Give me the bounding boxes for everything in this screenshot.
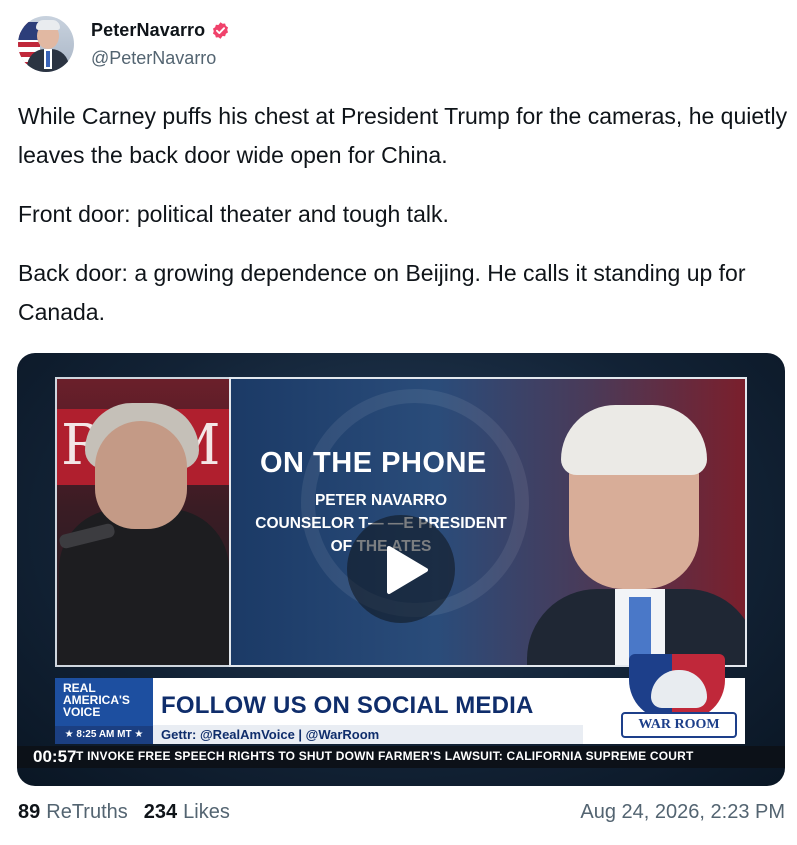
- video-left-panel: RM: [55, 377, 231, 667]
- post-paragraph: Back door: a growing dependence on Beiji…: [18, 260, 746, 325]
- video-duration: 00:57: [33, 747, 77, 766]
- news-ticker: 'T INVOKE FREE SPEECH RIGHTS TO SHUT DOW…: [17, 746, 785, 768]
- retruths-label: ReTruths: [46, 801, 128, 823]
- video-main-panel: ON THE PHONE PETER NAVARRO COUNSELOR T— …: [229, 377, 747, 667]
- channel-logo: REAL AMERICA'S VOICE: [55, 678, 153, 726]
- overlay-title: ON THE PHONE: [260, 447, 487, 479]
- handle[interactable]: @PeterNavarro: [91, 48, 230, 69]
- video-player[interactable]: RM ON THE PHONE PETER NAVARRO COUNSELOR …: [17, 353, 785, 786]
- avatar-tie: [46, 51, 50, 67]
- overlay-name: PETER NAVARRO: [314, 492, 448, 509]
- avatar[interactable]: [18, 16, 74, 72]
- verified-badge-icon: [213, 21, 229, 39]
- avatar-hair: [36, 20, 60, 30]
- retruths-stat[interactable]: 89 ReTruths: [18, 801, 128, 824]
- post-paragraph: Front door: political theater and tough …: [18, 201, 449, 227]
- likes-label: Likes: [183, 801, 230, 823]
- play-icon: [387, 546, 428, 594]
- banner-subline: Gettr: @RealAmVoice | @WarRoom: [153, 725, 583, 744]
- play-button[interactable]: [347, 515, 455, 623]
- likes-count: 234: [143, 801, 178, 823]
- show-logo: WAR ROOM: [607, 648, 749, 748]
- post-paragraph: While Carney puffs his chest at Presiden…: [18, 103, 788, 168]
- post-stats: 89 ReTruths 234 Likes: [18, 801, 246, 824]
- post-timestamp[interactable]: Aug 24, 2026, 2:23 PM: [580, 801, 785, 824]
- post-body: While Carney puffs his chest at Presiden…: [18, 97, 788, 352]
- author-names: PeterNavarro @PeterNavarro: [91, 20, 230, 69]
- post-header: PeterNavarro @PeterNavarro: [18, 16, 230, 72]
- retruths-count: 89: [18, 801, 41, 823]
- channel-time: ★ 8:25 AM MT ★: [55, 726, 153, 744]
- banner-headline: FOLLOW US ON SOCIAL MEDIA: [161, 692, 534, 719]
- display-name[interactable]: PeterNavarro: [91, 20, 205, 41]
- name-row: PeterNavarro: [91, 20, 230, 41]
- host-face: [95, 421, 187, 529]
- channel-logo-text: REAL AMERICA'S VOICE: [63, 681, 130, 719]
- ticker-text: 'T INVOKE FREE SPEECH RIGHTS TO SHUT DOW…: [73, 749, 694, 763]
- likes-stat[interactable]: 234 Likes: [144, 801, 230, 824]
- guest-hair: [561, 405, 707, 475]
- show-logo-text: WAR ROOM: [621, 712, 737, 738]
